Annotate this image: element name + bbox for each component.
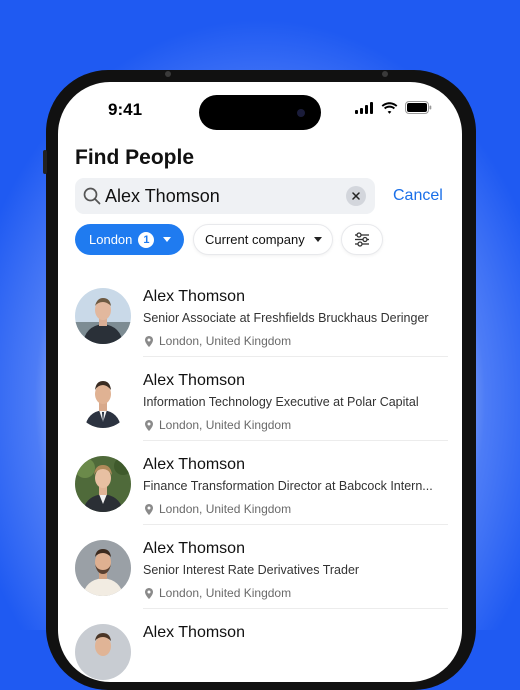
result-location: London, United Kingdom bbox=[145, 334, 291, 348]
location-pin-icon bbox=[145, 335, 153, 347]
avatar bbox=[75, 372, 131, 428]
location-pin-icon bbox=[145, 587, 153, 599]
avatar bbox=[75, 288, 131, 344]
wifi-icon bbox=[381, 101, 398, 114]
divider bbox=[143, 440, 448, 441]
list-item[interactable]: Alex Thomson Senior Associate at Freshfi… bbox=[58, 288, 462, 372]
location-filter-chip[interactable]: London 1 bbox=[75, 224, 184, 255]
phone-side-button bbox=[43, 150, 47, 174]
result-title: Information Technology Executive at Pola… bbox=[143, 395, 419, 409]
list-item[interactable]: Alex Thomson Finance Transformation Dire… bbox=[58, 456, 462, 540]
status-time: 9:41 bbox=[108, 100, 143, 119]
location-pin-icon bbox=[145, 503, 153, 515]
cancel-button[interactable]: Cancel bbox=[393, 187, 443, 205]
avatar bbox=[75, 540, 131, 596]
result-title: Finance Transformation Director at Babco… bbox=[143, 479, 433, 493]
status-icons bbox=[355, 101, 432, 114]
location-filter-label: London bbox=[89, 232, 133, 247]
result-location: London, United Kingdom bbox=[145, 418, 291, 432]
search-icon bbox=[83, 187, 101, 205]
company-filter-label: Current company bbox=[205, 232, 305, 247]
avatar bbox=[75, 456, 131, 512]
result-name: Alex Thomson bbox=[143, 540, 245, 557]
more-filters-button[interactable] bbox=[341, 224, 383, 255]
phone-sensor bbox=[165, 71, 171, 77]
dynamic-island bbox=[199, 95, 321, 130]
result-title: Senior Associate at Freshfields Bruckhau… bbox=[143, 311, 429, 325]
location-pin-icon bbox=[145, 419, 153, 431]
result-name: Alex Thomson bbox=[143, 456, 245, 473]
chevron-down-icon bbox=[163, 237, 172, 242]
result-location: London, United Kingdom bbox=[145, 502, 291, 516]
avatar bbox=[75, 624, 131, 680]
sliders-icon bbox=[355, 232, 369, 247]
list-item[interactable]: Alex Thomson Information Technology Exec… bbox=[58, 372, 462, 456]
phone-sensor bbox=[382, 71, 388, 77]
divider bbox=[143, 356, 448, 357]
search-box[interactable] bbox=[75, 178, 375, 214]
clear-search-button[interactable] bbox=[346, 186, 366, 206]
page-title: Find People bbox=[75, 146, 195, 169]
result-location: London, United Kingdom bbox=[145, 586, 291, 600]
phone-screen: 9:41 Find People Alex Thomson Cancel Lon… bbox=[58, 82, 462, 682]
cellular-signal-icon bbox=[355, 101, 373, 114]
list-item[interactable]: Alex Thomson bbox=[58, 624, 462, 682]
result-title: Senior Interest Rate Derivatives Trader bbox=[143, 563, 360, 577]
chevron-down-icon bbox=[313, 237, 322, 242]
divider bbox=[143, 608, 448, 609]
close-icon bbox=[352, 192, 360, 200]
divider bbox=[143, 524, 448, 525]
list-item[interactable]: Alex Thomson Senior Interest Rate Deriva… bbox=[58, 540, 462, 624]
location-filter-count: 1 bbox=[138, 231, 155, 248]
search-input[interactable] bbox=[105, 178, 335, 214]
battery-icon bbox=[405, 101, 432, 114]
company-filter-chip[interactable]: Current company bbox=[193, 224, 333, 255]
result-name: Alex Thomson bbox=[143, 624, 245, 641]
result-name: Alex Thomson bbox=[143, 372, 245, 389]
result-name: Alex Thomson bbox=[143, 288, 245, 305]
